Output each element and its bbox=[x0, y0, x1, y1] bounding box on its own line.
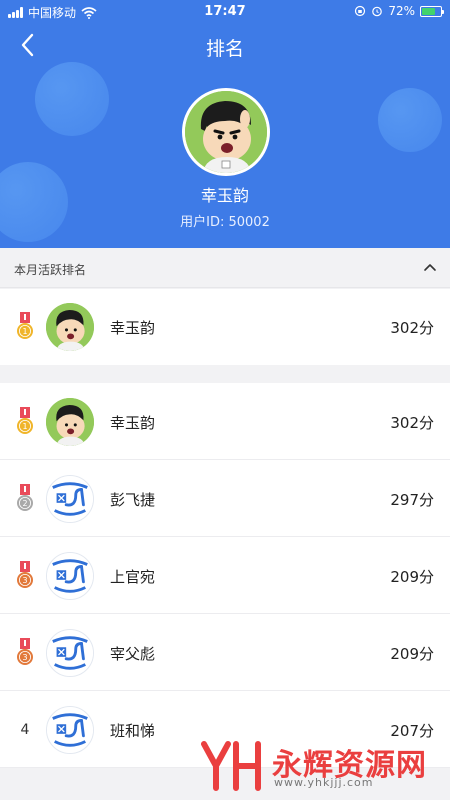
my-rank-row[interactable]: 1 幸玉韵 302分 bbox=[0, 289, 450, 365]
app-logo-avatar bbox=[47, 707, 93, 753]
avatar[interactable] bbox=[46, 552, 94, 600]
rank-number: 4 bbox=[20, 721, 30, 738]
section-header[interactable]: 本月活跃排名 bbox=[0, 248, 450, 288]
profile-name: 幸玉韵 bbox=[200, 186, 249, 205]
user-name: 幸玉韵 bbox=[110, 414, 156, 432]
decor-bubble bbox=[35, 62, 109, 136]
avatar[interactable] bbox=[46, 629, 94, 677]
bronze-medal-icon: 3 bbox=[17, 560, 33, 588]
user-name: 彭飞捷 bbox=[110, 491, 156, 509]
rotation-lock-icon bbox=[355, 5, 366, 17]
silver-medal-icon: 2 bbox=[17, 483, 33, 511]
gold-medal-icon: 1 bbox=[17, 312, 33, 339]
avatar[interactable] bbox=[46, 303, 94, 351]
chevron-up-icon[interactable] bbox=[422, 260, 438, 276]
avatar[interactable] bbox=[46, 398, 94, 446]
user-score: 209分 bbox=[390, 568, 434, 586]
watermark-url: www.yhkjjj.com bbox=[274, 776, 374, 789]
cartoon-boy-avatar bbox=[46, 303, 94, 351]
svg-text:3: 3 bbox=[22, 576, 27, 585]
decor-bubble bbox=[378, 88, 442, 152]
rank-cell: 1 bbox=[14, 383, 36, 460]
svg-text:3: 3 bbox=[22, 653, 27, 662]
user-score: 302分 bbox=[390, 414, 434, 432]
rank-cell: 3 bbox=[14, 537, 36, 614]
user-name: 宰父彪 bbox=[110, 645, 156, 663]
user-name: 幸玉韵 bbox=[110, 319, 156, 337]
avatar[interactable] bbox=[46, 475, 94, 523]
svg-text:1: 1 bbox=[22, 422, 27, 431]
gold-medal-icon: 1 bbox=[17, 406, 33, 434]
ranking-row[interactable]: 2 彭飞捷 297分 bbox=[0, 460, 450, 537]
app-logo-avatar bbox=[47, 476, 93, 522]
bronze-medal-icon: 3 bbox=[17, 637, 33, 665]
avatar[interactable] bbox=[182, 88, 270, 176]
profile-header: 排名 幸玉韵 用户ID: 50002 bbox=[0, 0, 450, 248]
ranking-row[interactable]: 1 幸玉韵 302分 bbox=[0, 383, 450, 460]
rank-cell: 3 bbox=[14, 614, 36, 691]
user-score: 297分 bbox=[390, 491, 434, 509]
profile-user-id: 用户ID: 50002 bbox=[180, 215, 270, 230]
cartoon-boy-avatar bbox=[46, 398, 94, 446]
rank-cell: 4 bbox=[14, 691, 36, 768]
svg-text:1: 1 bbox=[22, 327, 27, 336]
avatar[interactable] bbox=[46, 706, 94, 754]
cartoon-boy-avatar bbox=[185, 91, 267, 173]
status-bar: 中国移动 17:47 72% bbox=[0, 0, 450, 24]
ranking-row[interactable]: 3 上官宛 209分 bbox=[0, 537, 450, 614]
user-score: 209分 bbox=[390, 645, 434, 663]
rank-cell: 1 bbox=[14, 289, 36, 365]
user-score: 302分 bbox=[390, 319, 434, 337]
alarm-icon bbox=[372, 6, 383, 17]
battery-percent: 72% bbox=[388, 4, 415, 18]
user-name: 上官宛 bbox=[110, 568, 156, 586]
app-logo-avatar bbox=[47, 630, 93, 676]
watermark-logo bbox=[201, 741, 261, 791]
nav-bar: 排名 bbox=[0, 26, 450, 66]
user-name: 班和悌 bbox=[110, 722, 156, 740]
ranking-row[interactable]: 3 宰父彪 209分 bbox=[0, 614, 450, 691]
watermark: 永辉资源网 www.yhkjjj.com bbox=[200, 738, 450, 794]
section-label: 本月活跃排名 bbox=[14, 263, 87, 277]
rank-cell: 2 bbox=[14, 460, 36, 537]
app-logo-avatar bbox=[47, 553, 93, 599]
battery-icon bbox=[420, 5, 444, 17]
svg-text:2: 2 bbox=[22, 499, 27, 508]
page-title: 排名 bbox=[205, 38, 244, 60]
